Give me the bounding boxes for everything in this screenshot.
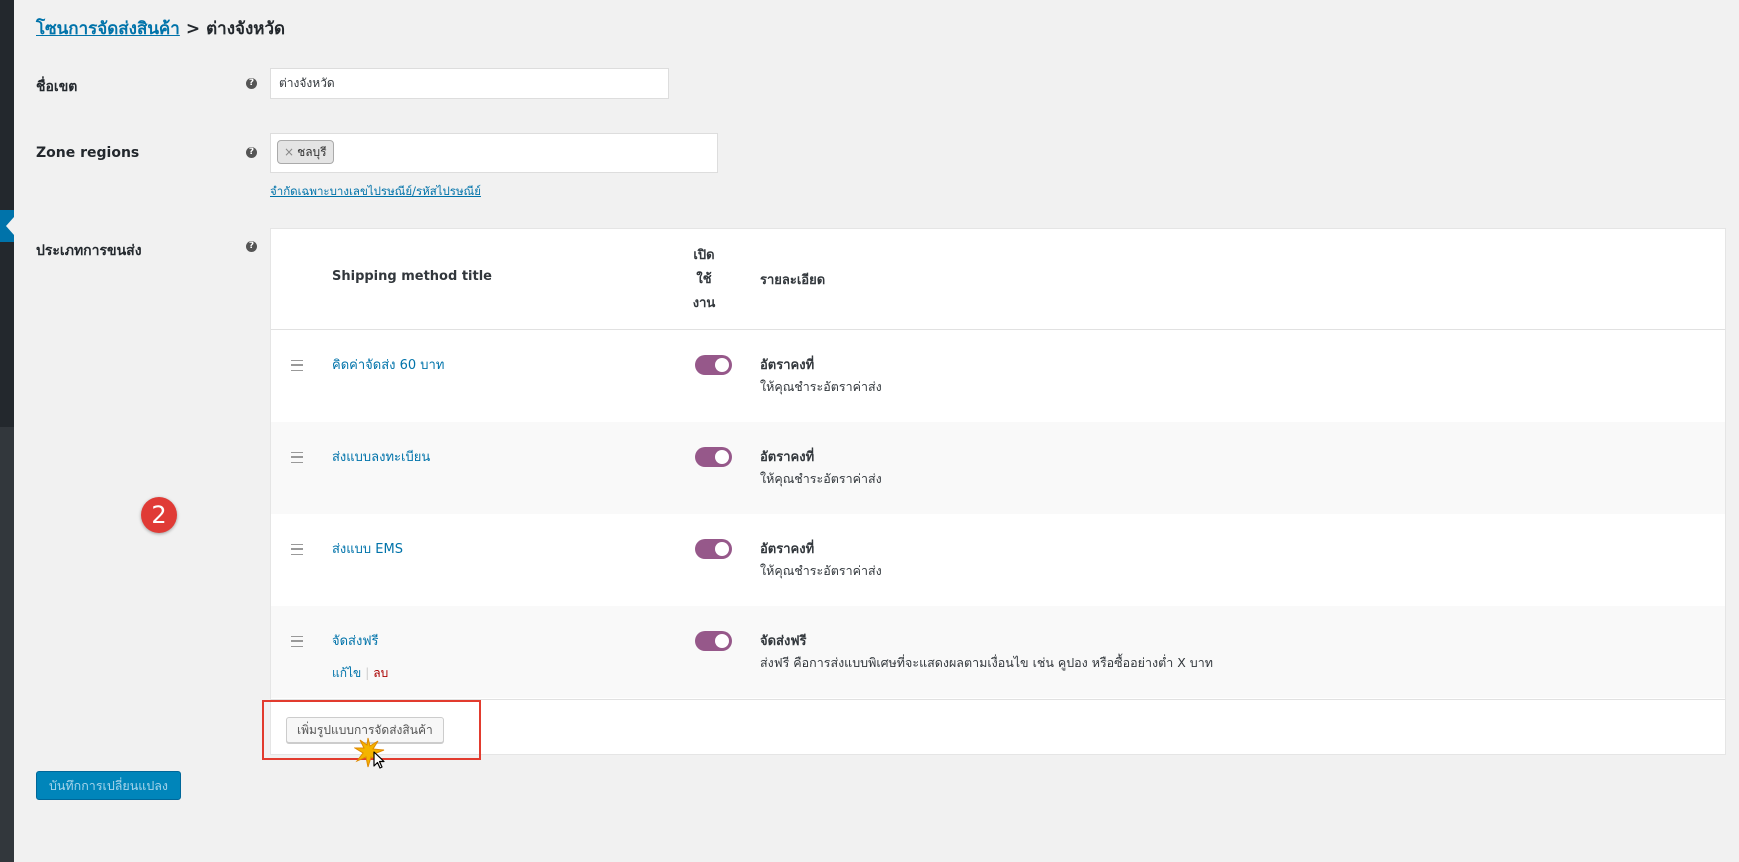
table-row: คิดค่าจัดส่ง 60 บาท อัตราคงที่ ให้คุณชำร… (271, 330, 1725, 422)
table-row: จัดส่งฟรี แก้ไข | ลบ จัดส่งฟรี ส่งฟรี คือก… (271, 606, 1725, 698)
header-description: รายละเอียด (760, 273, 826, 288)
zone-name-input[interactable]: ต่างจังหวัด (270, 68, 669, 99)
zone-regions-select[interactable]: × ชลบุรี (270, 133, 718, 173)
admin-sidebar (0, 0, 14, 862)
table-header: Shipping method title เปิดใช้งาน รายละเอ… (271, 229, 1725, 330)
method-description-text: ให้คุณชำระอัตราค่าส่ง (760, 471, 882, 486)
enabled-toggle[interactable] (695, 447, 732, 467)
shipping-methods-table: Shipping method title เปิดใช้งาน รายละเอ… (270, 228, 1726, 755)
method-description-text: ให้คุณชำระอัตราค่าส่ง (760, 379, 882, 394)
help-icon[interactable]: ? (246, 78, 257, 89)
table-row: ส่งแบบลงทะเบียน อัตราคงที่ ให้คุณชำระอัต… (271, 422, 1725, 514)
breadcrumb-current: ต่างจังหวัด (206, 19, 286, 39)
method-title-link[interactable]: จัดส่งฟรี (332, 630, 379, 651)
admin-sidebar-lower (0, 427, 14, 862)
header-enabled: เปิดใช้งาน (692, 248, 716, 311)
edit-link[interactable]: แก้ไข (332, 666, 361, 680)
drag-handle-icon[interactable] (291, 636, 303, 647)
breadcrumb-shipping-zones-link[interactable]: โซนการจัดส่งสินค้า (36, 19, 180, 39)
help-icon[interactable]: ? (246, 241, 257, 252)
shipping-methods-label: ประเภทการขนส่ง (36, 243, 142, 259)
breadcrumb: โซนการจัดส่งสินค้า > ต่างจังหวัด (36, 15, 285, 42)
enabled-toggle[interactable] (695, 539, 732, 559)
drag-handle-icon[interactable] (291, 452, 303, 463)
breadcrumb-separator: > (185, 19, 201, 39)
drag-handle-icon[interactable] (291, 360, 303, 371)
step-number-badge: 2 (141, 497, 177, 533)
region-chip: × ชลบุรี (277, 140, 334, 164)
collapse-arrow-icon[interactable] (6, 217, 14, 235)
method-description-title: จัดส่งฟรี (760, 634, 807, 649)
method-title-link[interactable]: ส่งแบบลงทะเบียน (332, 446, 430, 467)
enabled-toggle[interactable] (695, 355, 732, 375)
method-description-text: ส่งฟรี คือการส่งแบบพิเศษที่จะแสดงผลตามเง… (760, 655, 1213, 670)
table-footer: เพิ่มรูปแบบการจัดส่งสินค้า (271, 699, 1725, 756)
delete-link[interactable]: ลบ (373, 666, 388, 680)
action-separator: | (365, 666, 370, 680)
remove-chip-icon[interactable]: × (284, 145, 294, 159)
header-title: Shipping method title (332, 269, 492, 284)
method-title-link[interactable]: คิดค่าจัดส่ง 60 บาท (332, 354, 444, 375)
limit-postcodes-link[interactable]: จำกัดเฉพาะบางเลขไปรษณีย์/รหัสไปรษณีย์ (270, 183, 481, 201)
zone-regions-label: Zone regions (36, 145, 140, 161)
drag-handle-icon[interactable] (291, 544, 303, 555)
method-description-title: อัตราคงที่ (760, 450, 815, 465)
method-description-title: อัตราคงที่ (760, 542, 815, 557)
save-changes-button[interactable]: บันทึกการเปลี่ยนแปลง (36, 771, 181, 800)
zone-name-label: ชื่อเขต (36, 79, 78, 95)
method-title-link[interactable]: ส่งแบบ EMS (332, 538, 403, 559)
method-description-text: ให้คุณชำระอัตราค่าส่ง (760, 563, 882, 578)
region-chip-label: ชลบุรี (297, 145, 327, 159)
row-actions: แก้ไข | ลบ (332, 664, 388, 683)
help-icon[interactable]: ? (246, 147, 257, 158)
cursor-click-icon (354, 737, 385, 769)
method-description-title: อัตราคงที่ (760, 358, 815, 373)
table-row: ส่งแบบ EMS อัตราคงที่ ให้คุณชำระอัตราค่า… (271, 514, 1725, 606)
enabled-toggle[interactable] (695, 631, 732, 651)
